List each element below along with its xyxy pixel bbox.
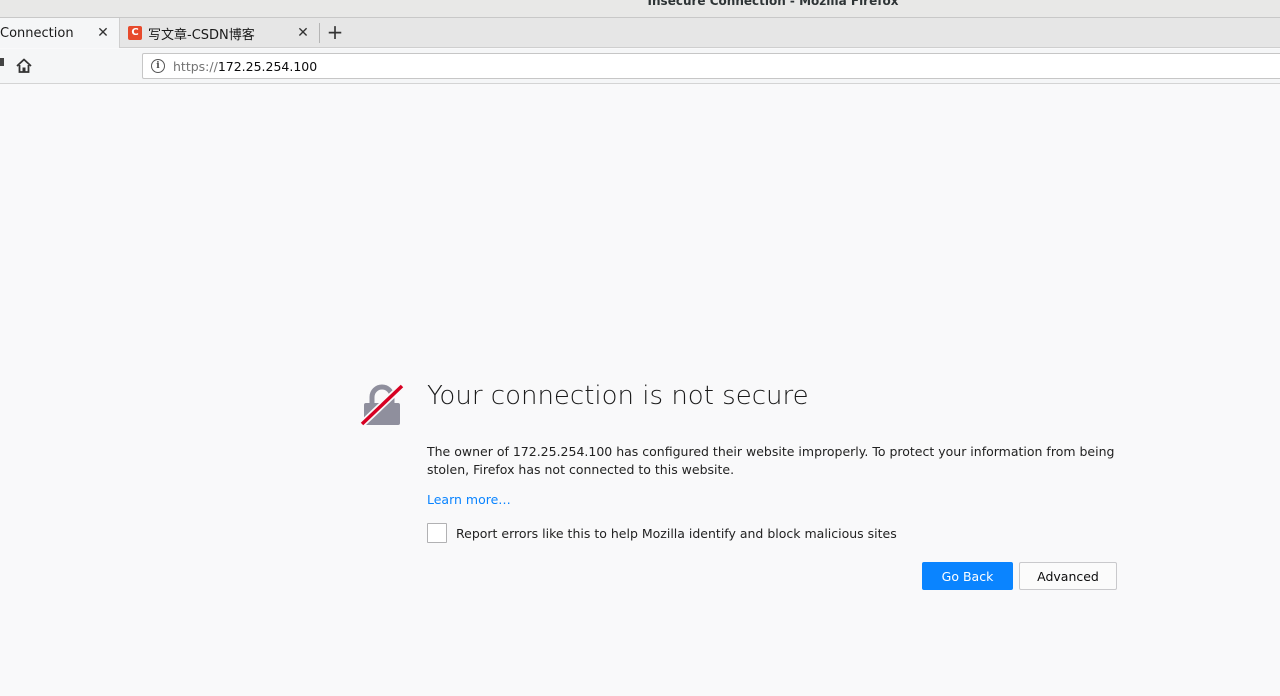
report-errors-checkbox[interactable] [427,523,447,543]
window-titlebar: Insecure Connection - Mozilla Firefox [0,0,1280,18]
tab-strip: Connection ✕ C 写文章-CSDN博客 ✕ + [0,18,1280,48]
url-host: 172.25.254.100 [217,58,318,74]
learn-more-link[interactable]: Learn more… [427,492,511,507]
tab-label: Connection [0,25,74,41]
error-title: Your connection is not secure [427,381,809,411]
window-title: Insecure Connection - Mozilla Firefox [647,0,899,8]
url-scheme: https:// [173,58,218,74]
csdn-favicon-icon: C [128,26,142,40]
error-description: The owner of 172.25.254.100 has configur… [427,444,1115,477]
url-bar[interactable]: i https://172.25.254.100 [142,53,1280,79]
home-icon[interactable] [14,56,34,76]
go-back-button[interactable]: Go Back [922,562,1013,590]
plus-icon[interactable]: + [324,21,346,45]
report-errors-row: Report errors like this to help Mozilla … [427,523,897,543]
url-text[interactable]: https://172.25.254.100 [173,59,317,74]
tab-label: 写文章-CSDN博客 [148,27,255,43]
broken-lock-icon [359,382,405,428]
close-icon[interactable]: ✕ [295,25,311,41]
tab-separator [319,23,320,43]
navigation-toolbar: i https://172.25.254.100 [0,49,1280,84]
report-errors-label[interactable]: Report errors like this to help Mozilla … [456,526,897,541]
back-button-edge[interactable] [0,58,4,66]
advanced-button[interactable]: Advanced [1019,562,1117,590]
tab-insecure-connection[interactable]: Connection ✕ [0,18,120,48]
tab-csdn[interactable]: C 写文章-CSDN博客 ✕ [121,18,319,48]
info-icon[interactable]: i [151,59,165,73]
close-icon[interactable]: ✕ [95,25,111,41]
